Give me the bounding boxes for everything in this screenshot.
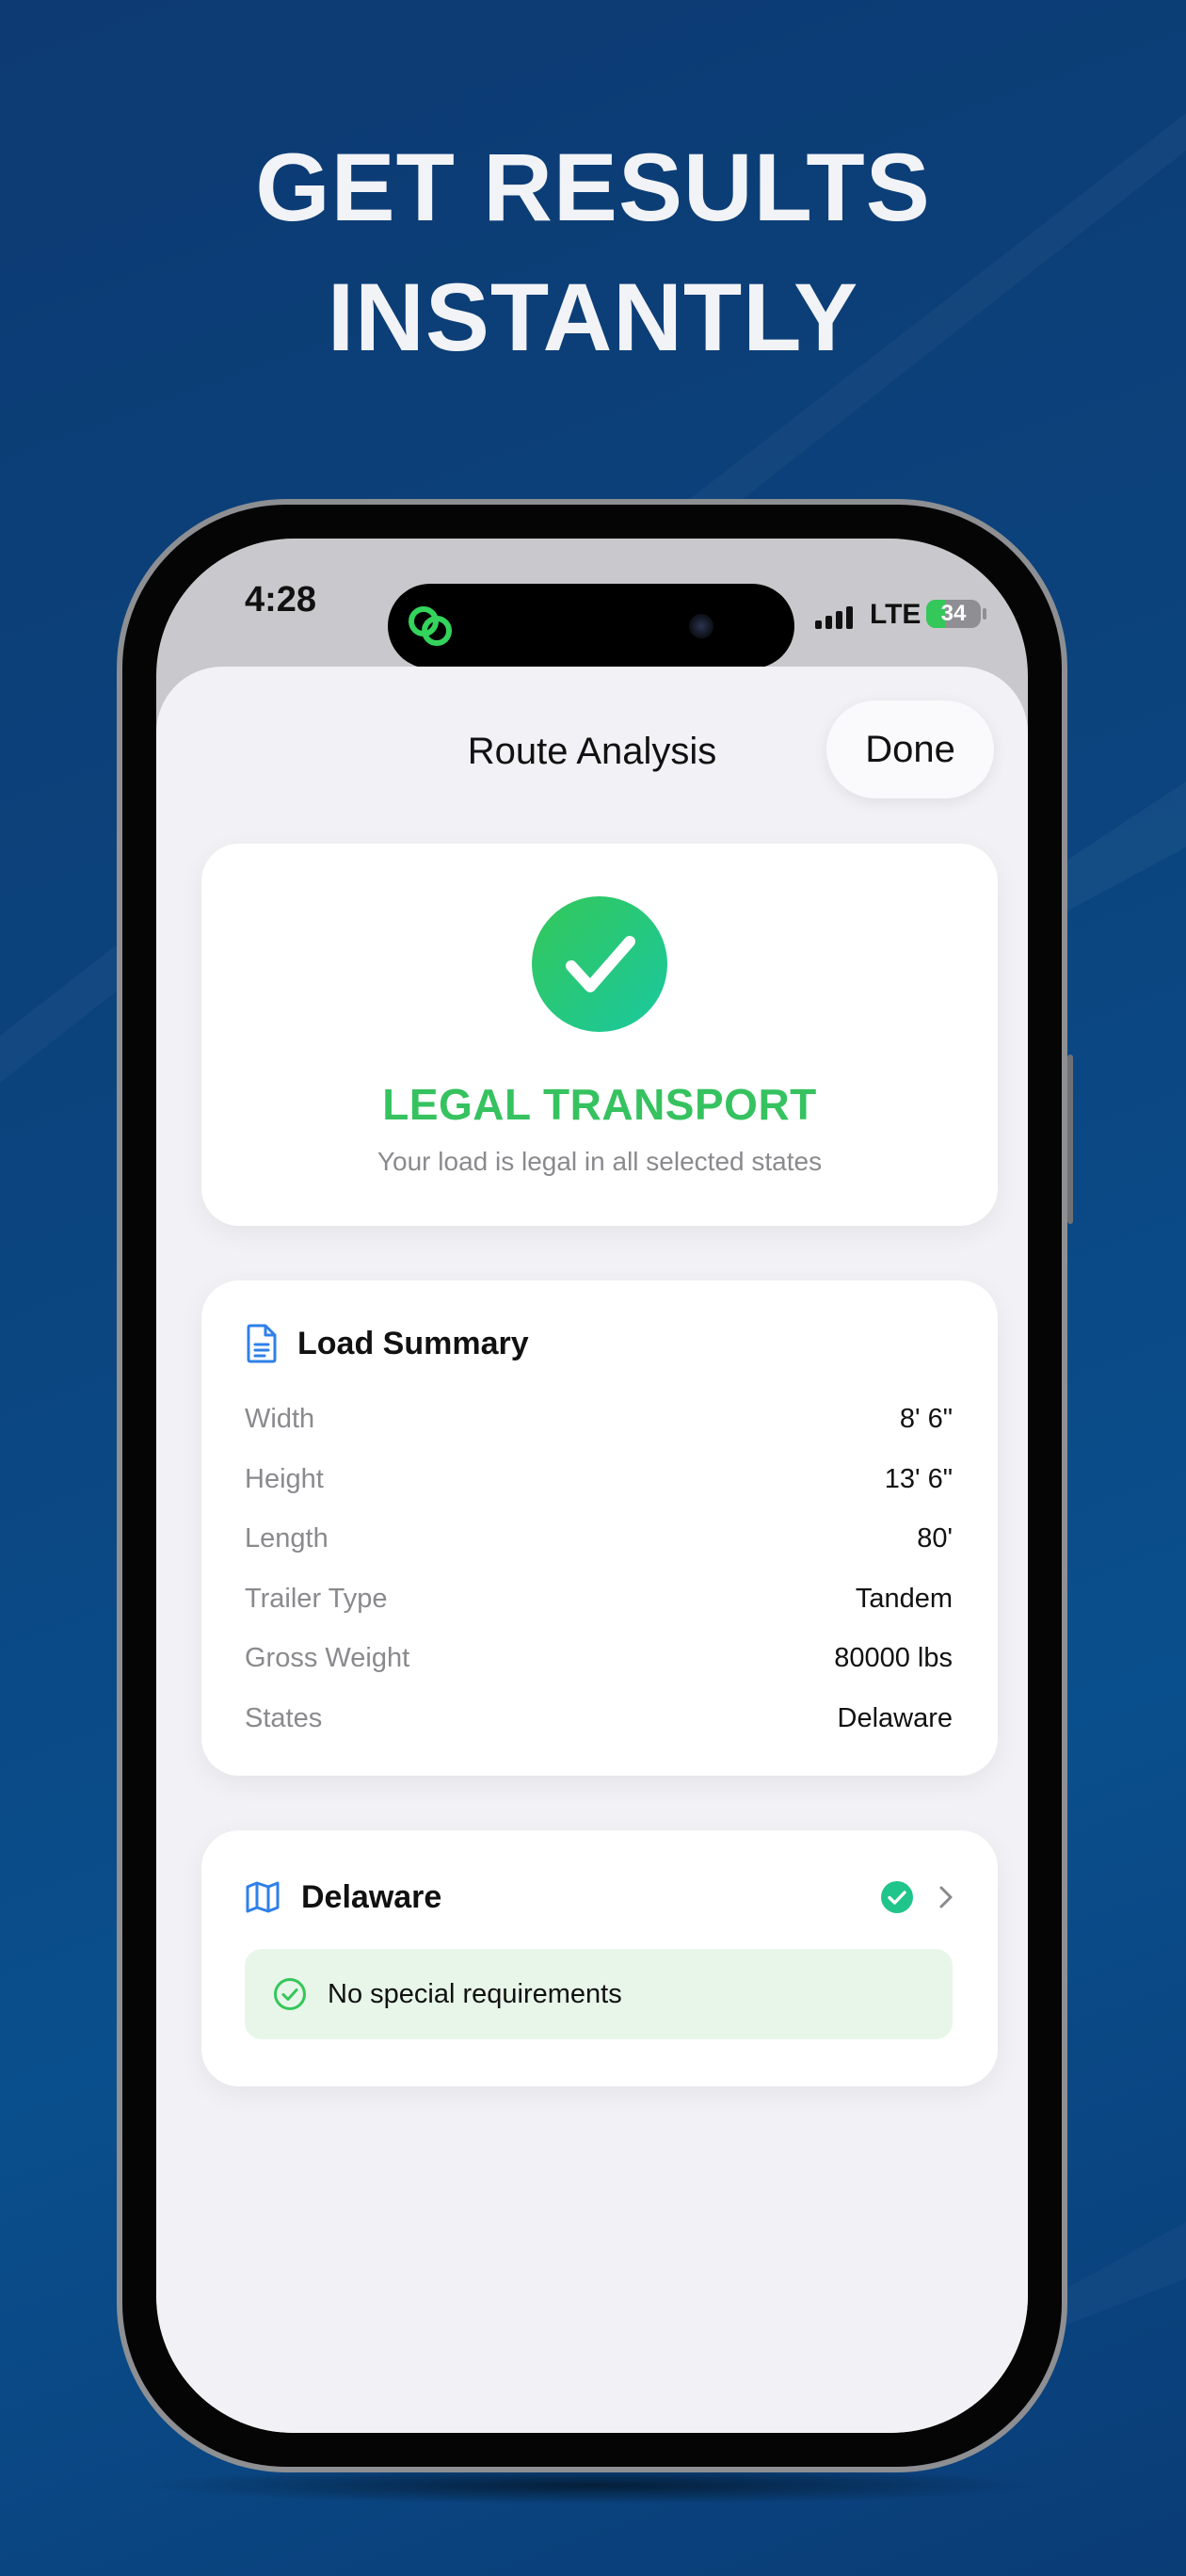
load-summary-header: Load Summary <box>245 1320 529 1367</box>
battery-nub <box>983 608 986 620</box>
result-card: LEGAL TRANSPORT Your load is legal in al… <box>201 844 998 1226</box>
linked-rings-icon <box>409 606 452 646</box>
phone-bezel: 4:28 LTE 34 Route Analysis Done LEGAL TR… <box>122 505 1062 2467</box>
status-time: 4:28 <box>245 580 317 620</box>
document-icon <box>247 1324 277 1363</box>
summary-row-height: Height 13' 6" <box>245 1450 953 1510</box>
requirement-banner: No special requirements <box>245 1949 953 2039</box>
summary-label: Width <box>245 1404 315 1435</box>
summary-row-trailer-type: Trailer Type Tandem <box>245 1570 953 1630</box>
result-title: LEGAL TRANSPORT <box>382 1080 817 1129</box>
headline-line-1: GET RESULTS <box>255 134 931 241</box>
summary-value: Delaware <box>837 1702 954 1733</box>
phone-frame: 4:28 LTE 34 Route Analysis Done LEGAL TR… <box>117 499 1073 2472</box>
phone-shadow <box>141 2467 1045 2504</box>
network-type: LTE <box>870 599 922 630</box>
summary-row-width: Width 8' 6" <box>245 1390 953 1450</box>
summary-label: Gross Weight <box>245 1643 410 1674</box>
load-summary-rows: Width 8' 6" Height 13' 6" Length 80' Tra… <box>245 1390 953 1748</box>
signal-bars-icon <box>815 606 853 629</box>
summary-row-gross-weight: Gross Weight 80000 lbs <box>245 1629 953 1689</box>
load-summary-title: Load Summary <box>297 1325 529 1361</box>
battery-level: 34 <box>940 601 967 626</box>
state-name: Delaware <box>301 1878 442 1915</box>
done-button[interactable]: Done <box>826 700 994 798</box>
summary-value: 13' 6" <box>884 1463 953 1494</box>
result-subtitle: Your load is legal in all selected state… <box>377 1147 823 1176</box>
battery-icon: 34 <box>926 600 981 628</box>
summary-value: 8' 6" <box>899 1404 953 1435</box>
side-button <box>1067 1055 1073 1224</box>
load-summary-card: Load Summary Width 8' 6" Height 13' 6" L… <box>201 1280 998 1776</box>
checkmark-icon <box>881 1881 913 1913</box>
route-analysis-sheet: Route Analysis Done LEGAL TRANSPORT Your… <box>156 667 1028 2433</box>
summary-value: Tandem <box>855 1583 953 1614</box>
check-circle-icon <box>274 1978 306 2010</box>
dynamic-island <box>388 584 794 668</box>
front-camera <box>689 614 713 638</box>
state-card-delaware[interactable]: Delaware No special requirements <box>201 1830 998 2086</box>
success-checkmark-icon <box>532 896 667 1032</box>
phone-screen: 4:28 LTE 34 Route Analysis Done LEGAL TR… <box>156 539 1028 2433</box>
summary-label: Length <box>245 1523 329 1554</box>
summary-value: 80000 lbs <box>834 1643 953 1674</box>
summary-row-states: States Delaware <box>245 1689 953 1749</box>
map-icon <box>246 1881 280 1913</box>
summary-row-length: Length 80' <box>245 1509 953 1570</box>
requirement-text: No special requirements <box>328 1978 622 2009</box>
headline-line-2: INSTANTLY <box>327 264 859 371</box>
chevron-right-icon[interactable] <box>938 1883 954 1911</box>
summary-value: 80' <box>917 1523 953 1554</box>
summary-label: Height <box>245 1463 324 1494</box>
headline: GET RESULTS INSTANTLY <box>0 122 1186 382</box>
status-bar: 4:28 LTE 34 <box>156 539 1028 670</box>
summary-label: States <box>245 1702 323 1733</box>
state-header[interactable]: Delaware <box>245 1874 954 1921</box>
summary-label: Trailer Type <box>245 1583 388 1614</box>
